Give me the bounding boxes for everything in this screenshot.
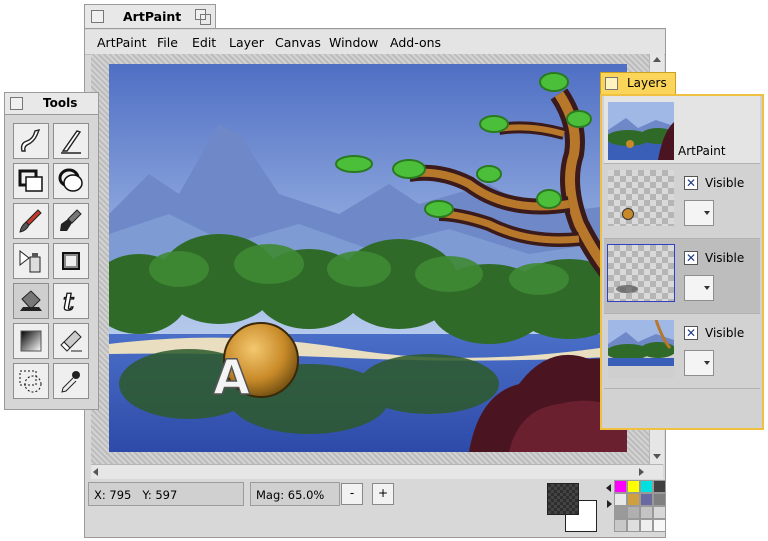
canvas-thumbnail [608, 102, 674, 160]
magnification-display: Mag: 65.0% [250, 482, 340, 506]
coordinates-display: X: 795 Y: 597 [88, 482, 244, 506]
menu-bar: ArtPaint File Edit Layer Canvas Window A… [85, 30, 665, 55]
close-box-icon[interactable] [91, 10, 104, 23]
gradient-icon[interactable] [13, 323, 49, 359]
layers-window-title: Layers [627, 76, 667, 90]
y-coordinate: Y: 597 [142, 488, 178, 502]
canvas-image[interactable]: A [109, 64, 627, 452]
palette-swatch[interactable] [614, 519, 627, 532]
x-coordinate: X: 795 [94, 488, 132, 502]
text-tool-icon[interactable]: t [53, 283, 89, 319]
main-window-tab[interactable]: ArtPaint [84, 4, 216, 28]
palette-swatch[interactable] [627, 493, 640, 506]
layers-window: ArtPaint ✕ Visible ✕ Visible ✕ Visible [600, 94, 764, 430]
fill-brush-icon[interactable] [53, 203, 89, 239]
palette-prev-icon[interactable] [606, 484, 611, 492]
palette-next-icon[interactable] [607, 500, 612, 508]
close-box-icon[interactable] [605, 77, 618, 90]
layer-thumbnail [608, 320, 674, 378]
layer-visible-label: Visible [705, 326, 745, 340]
chevron-down-icon [704, 361, 710, 365]
primary-color-swatch[interactable] [547, 483, 579, 515]
layer-visible-checkbox[interactable]: ✕ [684, 251, 698, 265]
menu-file[interactable]: File [157, 35, 178, 50]
chevron-down-icon [704, 211, 710, 215]
palette-swatch[interactable] [640, 506, 653, 519]
brush-icon[interactable] [13, 203, 49, 239]
menu-window[interactable]: Window [329, 35, 378, 50]
horizontal-scrollbar[interactable] [91, 464, 663, 479]
palette-swatch[interactable] [653, 480, 666, 493]
zoom-box-icon[interactable] [195, 9, 211, 25]
spray-icon[interactable] [13, 243, 49, 279]
zoom-out-button[interactable]: - [341, 483, 363, 505]
layers-window-tab[interactable]: Layers [600, 72, 676, 94]
layer-visible-checkbox[interactable]: ✕ [684, 176, 698, 190]
layer-thumbnail [608, 170, 674, 226]
menu-artpaint[interactable]: ArtPaint [97, 35, 147, 50]
menu-canvas[interactable]: Canvas [275, 35, 321, 50]
blur-icon[interactable] [53, 243, 89, 279]
menu-add-ons[interactable]: Add-ons [390, 35, 441, 50]
layer-row-2[interactable]: ✕ Visible [604, 239, 760, 314]
layer-blend-dropdown[interactable] [684, 275, 714, 301]
palette-swatch[interactable] [640, 480, 653, 493]
scroll-left-icon[interactable] [93, 468, 98, 476]
bucket-fill-icon[interactable] [13, 283, 49, 319]
layer-thumbnail [607, 244, 675, 302]
canvas-name-label: ArtPaint [678, 144, 726, 158]
menu-layer[interactable]: Layer [229, 35, 264, 50]
selection-icon[interactable] [13, 363, 49, 399]
tools-window: t [4, 114, 99, 410]
layer-row-3[interactable]: ✕ Visible [604, 314, 760, 389]
svg-text:A: A [213, 350, 250, 406]
scroll-down-icon[interactable] [653, 454, 661, 459]
palette-swatch[interactable] [614, 493, 627, 506]
scroll-right-icon[interactable] [639, 468, 644, 476]
ellipse-icon[interactable] [53, 163, 89, 199]
chevron-down-icon [704, 286, 710, 290]
svg-text:t: t [63, 287, 74, 315]
layer-visible-checkbox[interactable]: ✕ [684, 326, 698, 340]
palette-swatch[interactable] [614, 480, 627, 493]
layer-visible-label: Visible [705, 176, 745, 190]
color-palette[interactable] [614, 480, 666, 532]
close-box-icon[interactable] [10, 97, 23, 110]
scroll-up-icon[interactable] [653, 57, 661, 62]
palette-swatch[interactable] [653, 493, 666, 506]
palette-swatch[interactable] [627, 506, 640, 519]
straight-line-icon[interactable] [53, 123, 89, 159]
eraser-icon[interactable] [53, 323, 89, 359]
layer-visible-label: Visible [705, 251, 745, 265]
tools-window-title: Tools [43, 96, 78, 110]
menu-edit[interactable]: Edit [192, 35, 216, 50]
layer-row-1[interactable]: ✕ Visible [604, 164, 760, 239]
palette-swatch[interactable] [653, 519, 666, 532]
palette-swatch[interactable] [614, 506, 627, 519]
canvas-layer-summary: ArtPaint [604, 96, 760, 164]
palette-swatch[interactable] [653, 506, 666, 519]
layer-blend-dropdown[interactable] [684, 350, 714, 376]
rectangle-icon[interactable] [13, 163, 49, 199]
freehand-line-icon[interactable] [13, 123, 49, 159]
magnification-label: Mag: 65.0% [256, 488, 325, 502]
palette-swatch[interactable] [640, 519, 653, 532]
tools-window-tab[interactable]: Tools [4, 92, 99, 114]
layer-blend-dropdown[interactable] [684, 200, 714, 226]
color-picker-icon[interactable] [53, 363, 89, 399]
palette-swatch[interactable] [627, 480, 640, 493]
main-window-title: ArtPaint [123, 9, 182, 24]
zoom-in-button[interactable]: + [372, 483, 394, 505]
palette-swatch[interactable] [627, 519, 640, 532]
palette-swatch[interactable] [640, 493, 653, 506]
